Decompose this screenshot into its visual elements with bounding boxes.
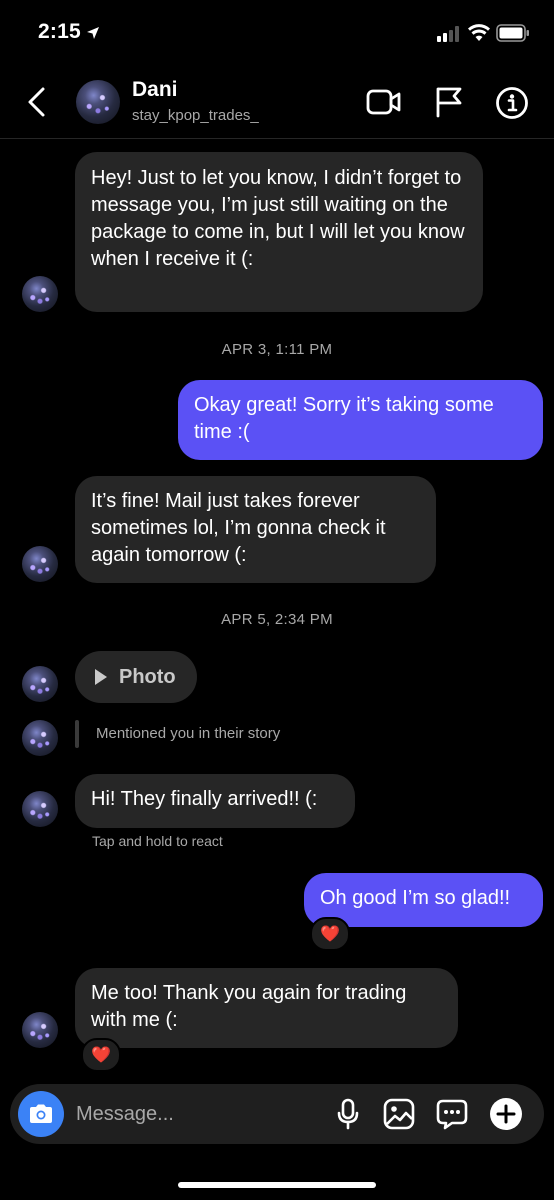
sender-avatar[interactable]: [22, 666, 58, 702]
home-indicator[interactable]: [178, 1182, 376, 1188]
heart-reaction[interactable]: ❤️: [310, 917, 350, 951]
message-bubble-incoming[interactable]: It’s fine! Mail just takes forever somet…: [75, 476, 436, 583]
camera-button[interactable]: [18, 1091, 64, 1137]
sender-avatar[interactable]: [22, 546, 58, 582]
message-bubble-incoming[interactable]: Hey! Just to let you know, I didn’t forg…: [75, 152, 483, 312]
back-arrow-icon[interactable]: [26, 86, 48, 118]
add-icon[interactable]: [488, 1096, 524, 1132]
location-arrow-icon: [87, 27, 99, 39]
timestamp: APR 3, 1:11 PM: [221, 341, 333, 358]
battery-icon: [496, 24, 529, 42]
wifi-icon: [468, 24, 490, 41]
video-call-icon[interactable]: [366, 88, 402, 116]
info-icon[interactable]: [495, 86, 529, 120]
report-flag-icon[interactable]: [435, 86, 463, 118]
sender-avatar[interactable]: [22, 791, 58, 827]
sender-avatar[interactable]: [22, 720, 58, 756]
contact-name[interactable]: Dani: [132, 78, 178, 102]
timestamp: APR 5, 2:34 PM: [221, 611, 333, 628]
heart-icon: ❤️: [320, 926, 340, 943]
message-text: Okay great! Sorry it’s taking some time …: [194, 394, 494, 443]
story-reply-bar: [75, 720, 79, 748]
message-text: It’s fine! Mail just takes forever somet…: [91, 490, 386, 566]
play-icon: [95, 669, 107, 685]
contact-username[interactable]: stay_kpop_trades_: [132, 107, 259, 124]
gallery-icon[interactable]: [383, 1098, 415, 1130]
message-text: Me too! Thank you again for trading with…: [91, 982, 407, 1031]
microphone-icon[interactable]: [336, 1098, 360, 1130]
contact-avatar[interactable]: [76, 80, 120, 124]
header-divider: [0, 138, 554, 139]
camera-icon: [30, 1104, 52, 1123]
status-time: 2:15: [38, 20, 81, 43]
message-input[interactable]: [76, 1100, 316, 1128]
message-bubble-incoming[interactable]: Me too! Thank you again for trading with…: [75, 968, 458, 1048]
react-hint: Tap and hold to react: [92, 833, 223, 849]
message-text: Hi! They finally arrived!! (:: [91, 788, 318, 810]
heart-reaction[interactable]: ❤️: [81, 1038, 121, 1072]
sender-avatar[interactable]: [22, 276, 58, 312]
photo-label: Photo: [119, 665, 176, 688]
message-text: Oh good I’m so glad!!: [320, 887, 511, 909]
heart-icon: ❤️: [91, 1047, 111, 1064]
sender-avatar[interactable]: [22, 1012, 58, 1048]
sticker-chat-icon[interactable]: [436, 1098, 468, 1130]
photo-message[interactable]: Photo: [75, 651, 197, 703]
cellular-signal-icon: [437, 26, 459, 42]
message-bubble-incoming[interactable]: Hi! They finally arrived!! (:: [75, 774, 355, 828]
message-bubble-outgoing[interactable]: Okay great! Sorry it’s taking some time …: [178, 380, 543, 460]
message-text: Hey! Just to let you know, I didn’t forg…: [91, 167, 465, 270]
story-mention-text[interactable]: Mentioned you in their story: [96, 725, 280, 742]
